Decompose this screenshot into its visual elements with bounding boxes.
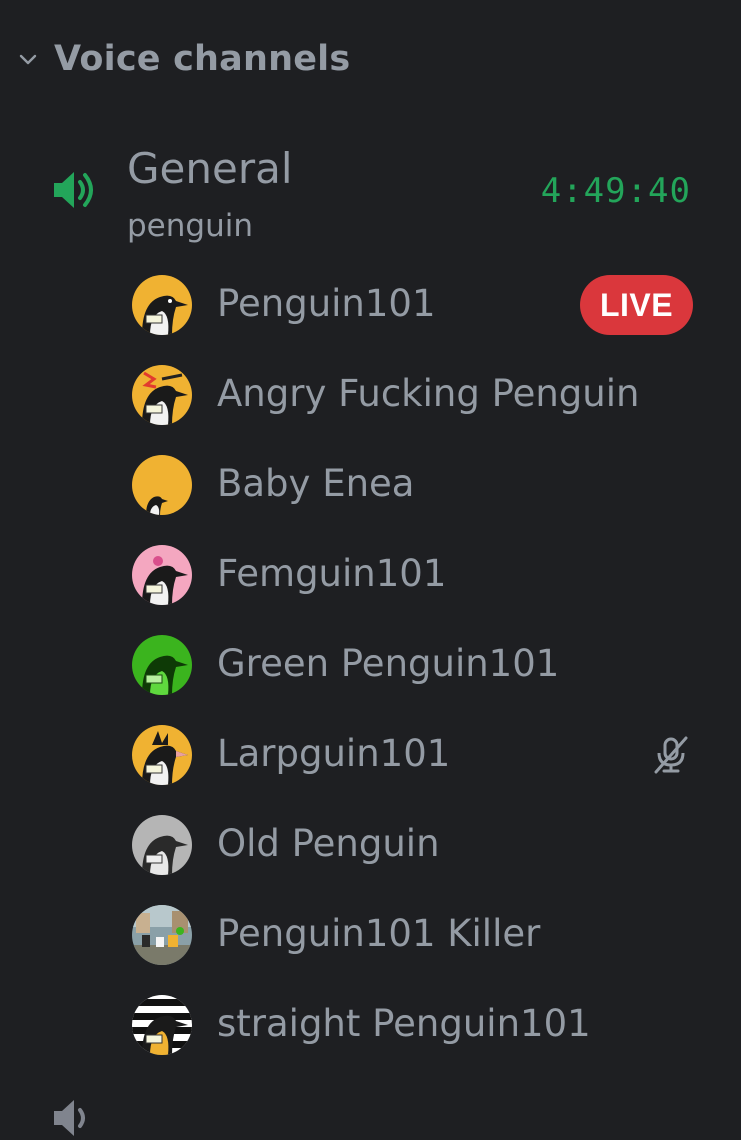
voice-user[interactable]: Baby Enea [0, 440, 741, 530]
username: Penguin101 Killer [217, 912, 541, 955]
voice-channel-general[interactable]: General penguin 4:49:40 [0, 138, 741, 248]
live-badge: LIVE [580, 275, 693, 335]
voice-user[interactable]: Penguin101 Killer [0, 890, 741, 980]
avatar [132, 545, 192, 605]
avatar [132, 275, 192, 335]
avatar [132, 995, 192, 1055]
voice-user[interactable]: Femguin101 [0, 530, 741, 620]
username: straight Penguin101 [217, 1002, 591, 1045]
avatar [132, 455, 192, 515]
avatar [132, 725, 192, 785]
channel-name: General [127, 144, 293, 193]
voice-user[interactable]: Penguin101 LIVE [0, 260, 741, 350]
speaker-icon [50, 1096, 100, 1136]
speaker-icon [50, 168, 100, 212]
voice-user[interactable]: Larpguin101 [0, 710, 741, 800]
next-voice-channel[interactable] [50, 1096, 390, 1136]
voice-user[interactable]: Green Penguin101 [0, 620, 741, 710]
avatar [132, 635, 192, 695]
section-title: Voice channels [54, 39, 351, 79]
elapsed-timer: 4:49:40 [540, 171, 691, 211]
username: Old Penguin [217, 822, 440, 865]
username: Penguin101 [217, 282, 436, 325]
voice-user-list: Penguin101 LIVE Angry Fucking Penguin Ba… [0, 260, 741, 1070]
channel-topic: penguin [127, 208, 253, 244]
mic-muted-icon [650, 734, 692, 776]
voice-channels-header[interactable]: Voice channels [14, 36, 350, 82]
username: Green Penguin101 [217, 642, 560, 685]
avatar [132, 815, 192, 875]
voice-user[interactable]: straight Penguin101 [0, 980, 741, 1070]
chevron-down-icon [14, 45, 42, 73]
avatar [132, 905, 192, 965]
username: Angry Fucking Penguin [217, 372, 640, 415]
avatar [132, 365, 192, 425]
voice-user[interactable]: Angry Fucking Penguin [0, 350, 741, 440]
username: Femguin101 [217, 552, 447, 595]
voice-user[interactable]: Old Penguin [0, 800, 741, 890]
username: Baby Enea [217, 462, 415, 505]
username: Larpguin101 [217, 732, 451, 775]
